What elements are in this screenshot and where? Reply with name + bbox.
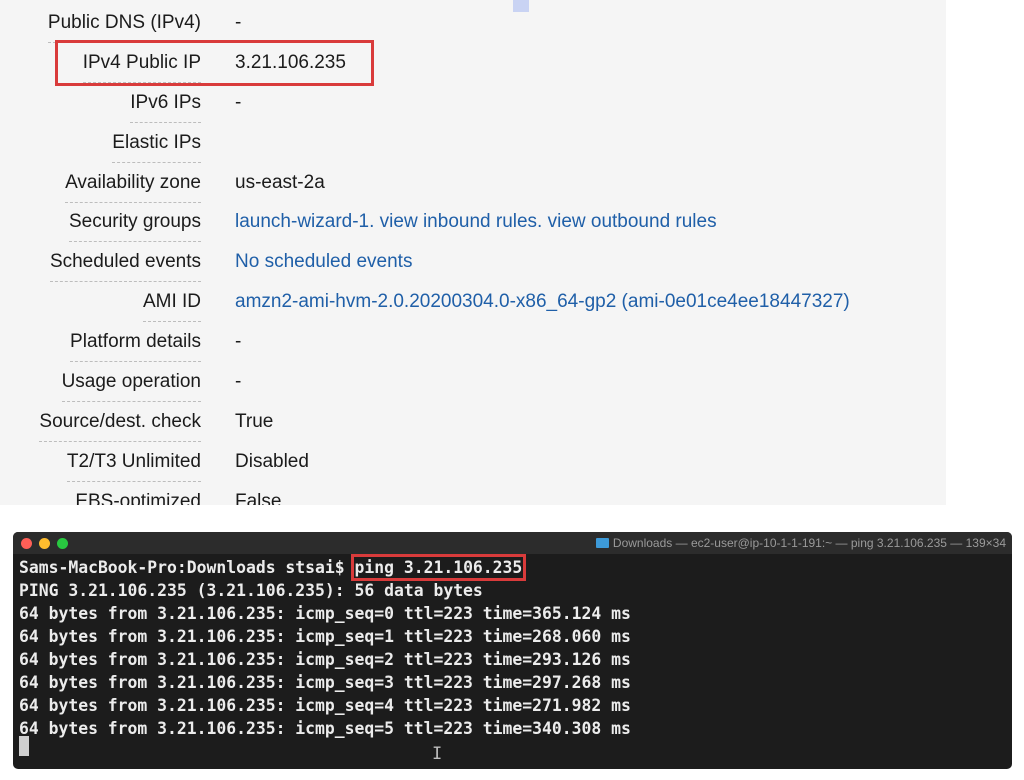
terminal-block-cursor bbox=[19, 736, 29, 756]
instance-details-panel: Public DNS (IPv4) - IPv4 Public IP 3.21.… bbox=[0, 0, 946, 505]
detail-row-ami-id: AMI ID amzn2-ami-hvm-2.0.20200304.0-x86_… bbox=[0, 281, 946, 322]
detail-row-ebs-optimized: EBS-optimized False bbox=[0, 481, 946, 505]
folder-icon bbox=[595, 538, 609, 548]
detail-label: AMI ID bbox=[142, 291, 202, 322]
detail-row-elastic-ips: Elastic IPs bbox=[0, 122, 946, 163]
terminal-title-text: Downloads — ec2-user@ip-10-1-1-191:~ — p… bbox=[612, 536, 1006, 550]
detail-value: - bbox=[235, 331, 242, 352]
terminal-title: Downloads — ec2-user@ip-10-1-1-191:~ — p… bbox=[595, 536, 1006, 550]
detail-value: - bbox=[235, 92, 242, 113]
detail-row-ipv6-ips: IPv6 IPs - bbox=[0, 82, 946, 123]
public-ip-highlight-box bbox=[55, 40, 374, 86]
detail-row-availability-zone: Availability zone us-east-2a bbox=[0, 162, 946, 203]
terminal-line: 64 bytes from 3.21.106.235: icmp_seq=4 t… bbox=[19, 696, 631, 715]
scheduled-events-link[interactable]: No scheduled events bbox=[235, 251, 412, 273]
detail-label: Source/dest. check bbox=[39, 411, 201, 442]
detail-value: - bbox=[235, 12, 242, 33]
minimize-window-icon[interactable] bbox=[39, 538, 50, 549]
detail-row-scheduled-events: Scheduled events No scheduled events bbox=[0, 241, 946, 282]
close-window-icon[interactable] bbox=[21, 538, 32, 549]
terminal-line: 64 bytes from 3.21.106.235: icmp_seq=1 t… bbox=[19, 627, 631, 646]
detail-row-t2-t3-unlimited: T2/T3 Unlimited Disabled bbox=[0, 441, 946, 482]
detail-label: Platform details bbox=[70, 331, 201, 362]
detail-row-public-dns: Public DNS (IPv4) - bbox=[0, 2, 946, 43]
detail-label: EBS-optimized bbox=[75, 491, 201, 505]
detail-row-platform-details: Platform details - bbox=[0, 321, 946, 362]
terminal-line: 64 bytes from 3.21.106.235: icmp_seq=3 t… bbox=[19, 673, 631, 692]
detail-row-security-groups: Security groups launch-wizard-1. view in… bbox=[0, 201, 946, 242]
ping-command: ping 3.21.106.235 bbox=[350, 554, 527, 581]
terminal-line: 64 bytes from 3.21.106.235: icmp_seq=2 t… bbox=[19, 650, 631, 669]
detail-value: False bbox=[235, 491, 282, 505]
text-cursor-icon: I bbox=[432, 744, 443, 764]
detail-value: True bbox=[235, 411, 274, 432]
ami-id-link[interactable]: amzn2-ami-hvm-2.0.20200304.0-x86_64-gp2 … bbox=[235, 291, 850, 313]
terminal-window[interactable]: Downloads — ec2-user@ip-10-1-1-191:~ — p… bbox=[13, 532, 1012, 769]
detail-value: - bbox=[235, 371, 242, 392]
detail-label: Public DNS (IPv4) bbox=[47, 12, 202, 43]
terminal-output[interactable]: Sams-MacBook-Pro:Downloads stsai$ ping 3… bbox=[19, 554, 631, 740]
terminal-title-bar[interactable]: Downloads — ec2-user@ip-10-1-1-191:~ — p… bbox=[13, 532, 1012, 554]
detail-value: us-east-2a bbox=[235, 172, 325, 193]
security-groups-link[interactable]: launch-wizard-1. view inbound rules. vie… bbox=[235, 211, 717, 233]
shell-prompt: Sams-MacBook-Pro:Downloads stsai$ bbox=[19, 558, 355, 577]
detail-label: T2/T3 Unlimited bbox=[66, 451, 202, 482]
detail-label: Scheduled events bbox=[49, 251, 202, 282]
detail-row-usage-operation: Usage operation - bbox=[0, 361, 946, 402]
detail-value: Disabled bbox=[235, 451, 309, 472]
detail-label: Usage operation bbox=[61, 371, 202, 402]
detail-row-source-dest-check: Source/dest. check True bbox=[0, 401, 946, 442]
detail-label: IPv6 IPs bbox=[130, 92, 201, 123]
terminal-line: 64 bytes from 3.21.106.235: icmp_seq=5 t… bbox=[19, 719, 631, 738]
detail-label: Availability zone bbox=[65, 172, 201, 203]
detail-label: Elastic IPs bbox=[112, 132, 201, 163]
terminal-line: PING 3.21.106.235 (3.21.106.235): 56 dat… bbox=[19, 581, 483, 600]
terminal-command-line: Sams-MacBook-Pro:Downloads stsai$ ping 3… bbox=[19, 554, 631, 581]
zoom-window-icon[interactable] bbox=[57, 538, 68, 549]
terminal-line: 64 bytes from 3.21.106.235: icmp_seq=0 t… bbox=[19, 604, 631, 623]
detail-label: Security groups bbox=[68, 211, 202, 242]
